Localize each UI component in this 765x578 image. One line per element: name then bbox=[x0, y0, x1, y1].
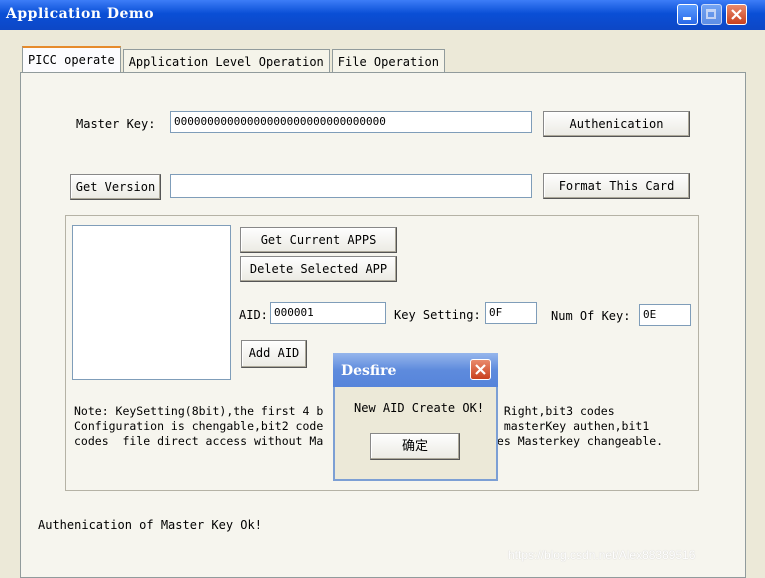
message-dialog: Desfire New AID Create OK! 确定 bbox=[333, 353, 498, 481]
dialog-ok-button[interactable]: 确定 bbox=[370, 433, 460, 460]
aid-input[interactable]: 000001 bbox=[270, 302, 386, 324]
note-line-3: codes file direct access without Ma bbox=[74, 434, 324, 448]
close-button[interactable] bbox=[726, 4, 747, 25]
tab-file-operation[interactable]: File Operation bbox=[331, 49, 445, 73]
format-card-button[interactable]: Format This Card bbox=[543, 173, 690, 199]
tab-strip: PICC operate Application Level Operation… bbox=[22, 46, 447, 73]
status-message: Authenication of Master Key Ok! bbox=[38, 518, 262, 532]
close-icon bbox=[475, 364, 486, 375]
get-version-button[interactable]: Get Version bbox=[70, 174, 161, 200]
master-key-input[interactable]: 00000000000000000000000000000000 bbox=[170, 111, 532, 133]
get-current-apps-button[interactable]: Get Current APPS bbox=[240, 227, 397, 253]
watermark: https://blog.csdn.net/Alex88389516 bbox=[508, 548, 696, 562]
key-setting-label: Key Setting: bbox=[394, 308, 481, 322]
delete-selected-app-button[interactable]: Delete Selected APP bbox=[240, 256, 397, 282]
note-line-1: Note: KeySetting(8bit),the first 4 b bbox=[74, 404, 324, 418]
tab-application-level-operation[interactable]: Application Level Operation bbox=[122, 49, 330, 73]
note-line-1-right: s Right,bit3 codes bbox=[490, 404, 615, 418]
note-line-3-right: des Masterkey changeable. bbox=[490, 434, 664, 448]
minimize-button[interactable] bbox=[677, 4, 698, 25]
window-title: Application Demo bbox=[6, 6, 155, 22]
authenication-button[interactable]: Authenication bbox=[543, 111, 690, 137]
add-aid-button[interactable]: Add AID bbox=[241, 340, 307, 368]
tab-picc-operate[interactable]: PICC operate bbox=[22, 46, 121, 73]
dialog-message: New AID Create OK! bbox=[354, 401, 485, 415]
note-line-2-right: t masterKey authen,bit1 bbox=[490, 419, 650, 433]
dialog-title-bar[interactable]: Desfire bbox=[333, 353, 498, 387]
note-line-2: Configuration is chengable,bit2 code bbox=[74, 419, 324, 433]
maximize-button bbox=[701, 4, 722, 25]
key-setting-note: Note: KeySetting(8bit),the first 4 b Con… bbox=[74, 404, 323, 449]
master-key-label: Master Key: bbox=[76, 117, 156, 131]
application-window: Application Demo PICC operate Applicatio… bbox=[0, 0, 765, 578]
key-setting-input[interactable]: 0F bbox=[485, 302, 537, 324]
aid-label: AID: bbox=[239, 308, 268, 322]
dialog-title: Desfire bbox=[341, 363, 397, 379]
title-bar[interactable]: Application Demo bbox=[0, 0, 765, 30]
num-of-key-label: Num Of Key: bbox=[551, 309, 631, 323]
apps-listbox[interactable] bbox=[72, 225, 231, 380]
close-icon bbox=[731, 9, 742, 20]
key-setting-note-right: s Right,bit3 codes t masterKey authen,bi… bbox=[490, 404, 663, 449]
dialog-close-button[interactable] bbox=[470, 359, 491, 380]
num-of-key-input[interactable]: 0E bbox=[639, 304, 691, 326]
version-output[interactable] bbox=[170, 174, 532, 198]
